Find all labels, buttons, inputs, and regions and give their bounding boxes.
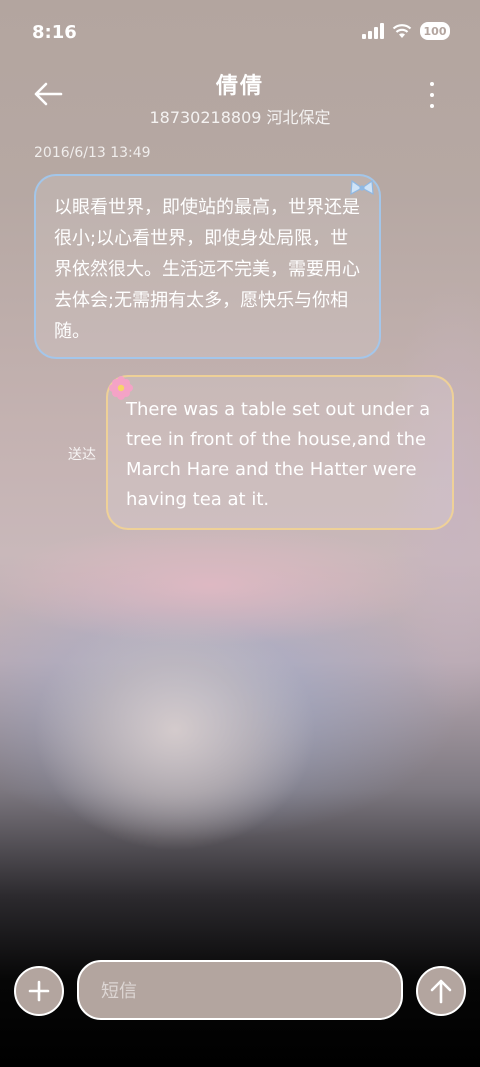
outgoing-message-bubble[interactable]: There was a table set out under a tree i… xyxy=(106,375,454,530)
status-time: 8:16 xyxy=(32,22,77,43)
conversation-header: 倩倩 18730218809 河北保定 xyxy=(0,64,480,128)
bow-icon xyxy=(350,179,374,196)
send-arrow-icon xyxy=(430,979,452,1004)
incoming-message-text: 以眼看世界，即使站的最高，世界还是很小;以心看世界，即使身处局限，世界依然很大。… xyxy=(54,197,360,342)
status-bar: 8:16 100 xyxy=(0,0,480,64)
message-input[interactable]: 短信 xyxy=(77,960,403,1020)
contact-name: 倩倩 xyxy=(215,74,264,99)
send-button[interactable] xyxy=(416,966,466,1016)
contact-info[interactable]: 倩倩 18730218809 河北保定 xyxy=(0,68,480,128)
battery-icon: 100 xyxy=(420,22,450,40)
status-icons: 100 xyxy=(362,22,450,40)
outgoing-message-text: There was a table set out under a tree i… xyxy=(126,399,431,510)
message-timestamp: 2016/6/13 13:49 xyxy=(34,145,151,161)
signal-icon xyxy=(362,23,384,39)
wifi-icon xyxy=(392,24,412,38)
plus-icon xyxy=(28,980,50,1002)
delivery-status: 送达 xyxy=(68,447,96,463)
flower-icon xyxy=(109,376,133,400)
more-vertical-icon xyxy=(430,82,434,86)
more-options-button[interactable] xyxy=(424,78,440,112)
contact-subtitle: 18730218809 河北保定 xyxy=(149,108,331,127)
attach-button[interactable] xyxy=(14,966,64,1016)
composer-bar: 短信 xyxy=(0,958,480,1022)
incoming-message-bubble[interactable]: 以眼看世界，即使站的最高，世界还是很小;以心看世界，即使身处局限，世界依然很大。… xyxy=(34,174,381,359)
